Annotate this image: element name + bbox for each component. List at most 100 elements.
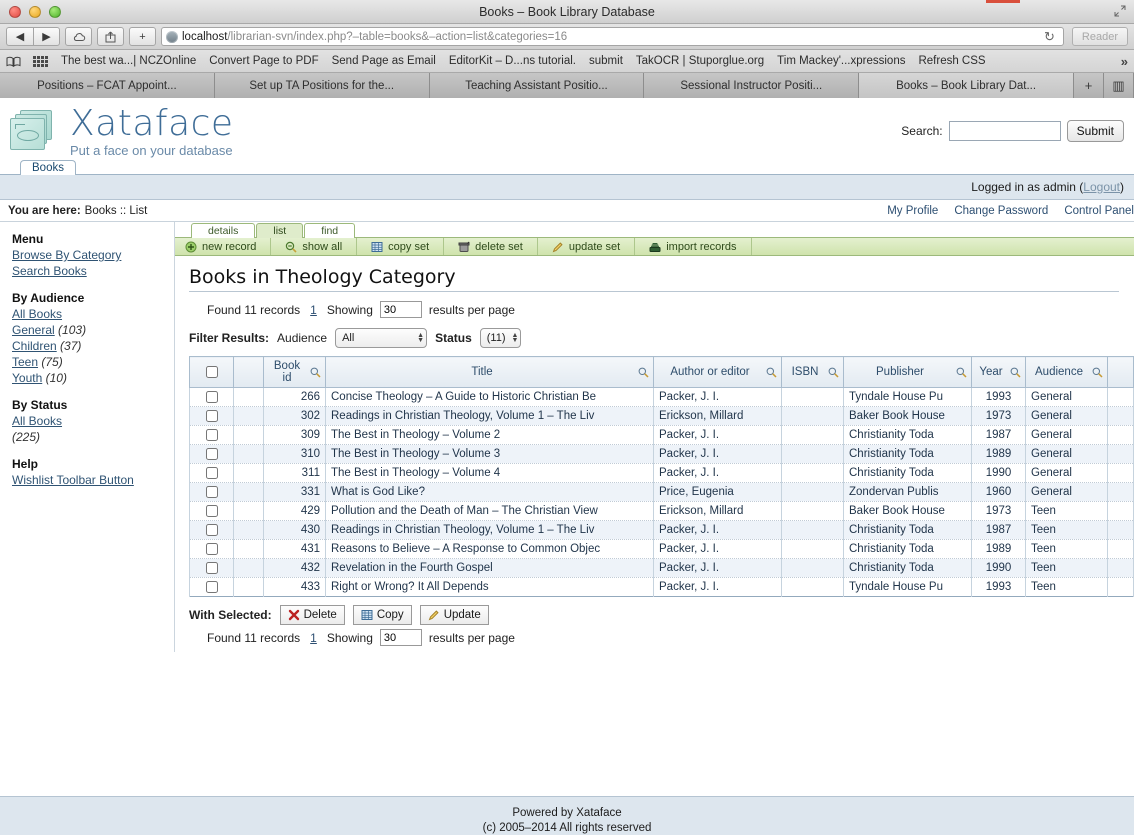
select-all-checkbox[interactable] — [205, 365, 218, 378]
row-checkbox[interactable] — [205, 447, 218, 460]
row-checkbox[interactable] — [205, 409, 218, 422]
th-title[interactable]: Title — [325, 356, 654, 388]
th-book-id[interactable]: Book id — [263, 356, 326, 388]
row-checkbox[interactable] — [205, 561, 218, 574]
reload-icon[interactable]: ↻ — [1040, 29, 1059, 45]
browser-tab-1[interactable]: Set up TA Positions for the... — [214, 73, 430, 98]
search-icon[interactable] — [1010, 367, 1021, 378]
sidebar-item-teen[interactable]: Teen — [12, 355, 38, 369]
forward-button[interactable]: ▶ — [33, 27, 60, 46]
search-icon[interactable] — [828, 367, 839, 378]
row-select-cell[interactable] — [189, 425, 234, 445]
tab-find[interactable]: find — [304, 223, 356, 238]
filter-audience-select[interactable]: All ▲ ▼ — [335, 328, 428, 348]
search-input[interactable] — [948, 121, 1061, 141]
sidebar-item-browse-by-category[interactable]: Browse By Category — [12, 247, 174, 263]
tab-list[interactable]: list — [256, 223, 304, 238]
row-select-cell[interactable] — [189, 463, 234, 483]
th-isbn[interactable]: ISBN — [781, 356, 844, 388]
add-tab-button[interactable]: + — [1073, 73, 1104, 98]
bookmark-item-6[interactable]: Tim Mackey'...xpressions — [777, 55, 905, 67]
action-copy-set[interactable]: copy set — [357, 238, 445, 255]
row-checkbox[interactable] — [205, 390, 218, 403]
share-icon[interactable] — [97, 27, 124, 46]
copy-selected-button[interactable]: Copy — [352, 605, 412, 625]
search-icon[interactable] — [956, 367, 967, 378]
nav-buttons[interactable]: ◀ ▶ — [6, 27, 60, 46]
tab-books[interactable]: Books — [20, 160, 76, 175]
table-row[interactable]: 266 Concise Theology – A Guide to Histori… — [189, 387, 1134, 407]
row-select-cell[interactable] — [189, 520, 234, 540]
delete-selected-button[interactable]: Delete — [279, 605, 345, 625]
row-checkbox[interactable] — [205, 523, 218, 536]
row-checkbox[interactable] — [205, 580, 218, 593]
search-icon[interactable] — [766, 367, 777, 378]
th-year[interactable]: Year — [971, 356, 1026, 388]
action-import-records[interactable]: import records — [635, 238, 752, 255]
top-sites-icon[interactable] — [33, 55, 48, 67]
row-checkbox[interactable] — [205, 428, 218, 441]
action-show-all[interactable]: show all — [271, 238, 358, 255]
icloud-tabs-icon[interactable] — [65, 27, 92, 46]
search-submit-button[interactable]: Submit — [1066, 120, 1124, 142]
page-number-link-bottom[interactable]: 1 — [307, 631, 320, 645]
bookmark-item-2[interactable]: Send Page as Email — [332, 55, 436, 67]
table-row[interactable]: 429 Pollution and the Death of Man – The … — [189, 501, 1134, 521]
bookmark-item-5[interactable]: TakOCR | Stuporglue.org — [636, 55, 764, 67]
search-icon[interactable] — [1092, 367, 1103, 378]
table-row[interactable]: 430 Readings in Christian Theology, Volum… — [189, 520, 1134, 540]
bookmark-item-3[interactable]: EditorKit – D...ns tutorial. — [449, 55, 576, 67]
update-selected-button[interactable]: Update — [419, 605, 489, 625]
row-select-cell[interactable] — [189, 444, 234, 464]
sidebar-item-all-books-status[interactable]: All Books — [12, 413, 174, 429]
table-row[interactable]: 311 The Best in Theology – Volume 4 Packer… — [189, 463, 1134, 483]
row-select-cell[interactable] — [189, 406, 234, 426]
filter-status-select[interactable]: (11) ▲ ▼ — [479, 328, 522, 348]
action-new-record[interactable]: new record — [175, 238, 272, 255]
th-publisher[interactable]: Publisher — [843, 356, 972, 388]
reading-list-icon[interactable] — [6, 56, 21, 67]
reader-button[interactable]: Reader — [1071, 27, 1128, 46]
row-checkbox[interactable] — [205, 466, 218, 479]
bookmarks-overflow-icon[interactable]: » — [1121, 54, 1128, 69]
table-row[interactable]: 432 Revelation in the Fourth Gospel Packer… — [189, 558, 1134, 578]
action-update-set[interactable]: update set — [538, 238, 636, 255]
browser-tab-3[interactable]: Sessional Instructor Positi... — [644, 73, 860, 98]
sidebar-item-wishlist-toolbar-button[interactable]: Wishlist Toolbar Button — [12, 472, 174, 488]
sidebar-item-all-books-audience[interactable]: All Books — [12, 306, 174, 322]
new-tab-button[interactable]: + — [129, 27, 156, 46]
row-checkbox[interactable] — [205, 485, 218, 498]
tab-overview-icon[interactable]: ▥ — [1103, 73, 1134, 98]
row-select-cell[interactable] — [189, 482, 234, 502]
sidebar-item-youth[interactable]: Youth — [12, 371, 42, 385]
back-button[interactable]: ◀ — [6, 27, 33, 46]
browser-tab-0[interactable]: Positions – FCAT Appoint... — [0, 73, 215, 98]
page-number-link-top[interactable]: 1 — [307, 303, 320, 317]
address-bar[interactable]: localhost /librarian-svn/index.php?–tabl… — [161, 27, 1064, 46]
search-icon[interactable] — [310, 367, 321, 378]
row-select-cell[interactable] — [189, 577, 234, 597]
table-row[interactable]: 433 Right or Wrong? It All Depends Packer,… — [189, 577, 1134, 597]
table-row[interactable]: 431 Reasons to Believe – A Response to Co… — [189, 539, 1134, 559]
row-select-cell[interactable] — [189, 501, 234, 521]
row-checkbox[interactable] — [205, 504, 218, 517]
th-audience[interactable]: Audience — [1025, 356, 1108, 388]
sidebar-item-search-books[interactable]: Search Books — [12, 263, 174, 279]
table-row[interactable]: 331 What is God Like? Price, Eugenia Zonder… — [189, 482, 1134, 502]
bookmark-item-7[interactable]: Refresh CSS — [918, 55, 985, 67]
sidebar-item-general[interactable]: General — [12, 323, 55, 337]
row-select-cell[interactable] — [189, 558, 234, 578]
row-checkbox[interactable] — [205, 542, 218, 555]
fullscreen-icon[interactable] — [1114, 5, 1126, 17]
tab-details[interactable]: details — [191, 223, 256, 238]
th-select-all[interactable] — [189, 356, 234, 388]
per-page-input-bottom[interactable] — [379, 629, 422, 646]
row-select-cell[interactable] — [189, 539, 234, 559]
row-select-cell[interactable] — [189, 387, 234, 407]
per-page-input-top[interactable] — [379, 301, 422, 318]
table-row[interactable]: 302 Readings in Christian Theology, Volum… — [189, 406, 1134, 426]
app-logo[interactable]: Xataface Put a face on your database — [10, 106, 234, 157]
bookmark-item-0[interactable]: The best wa...| NCZOnline — [61, 55, 196, 67]
bookmark-item-4[interactable]: submit — [589, 55, 623, 67]
browser-tab-4[interactable]: Books – Book Library Dat... — [859, 73, 1074, 98]
